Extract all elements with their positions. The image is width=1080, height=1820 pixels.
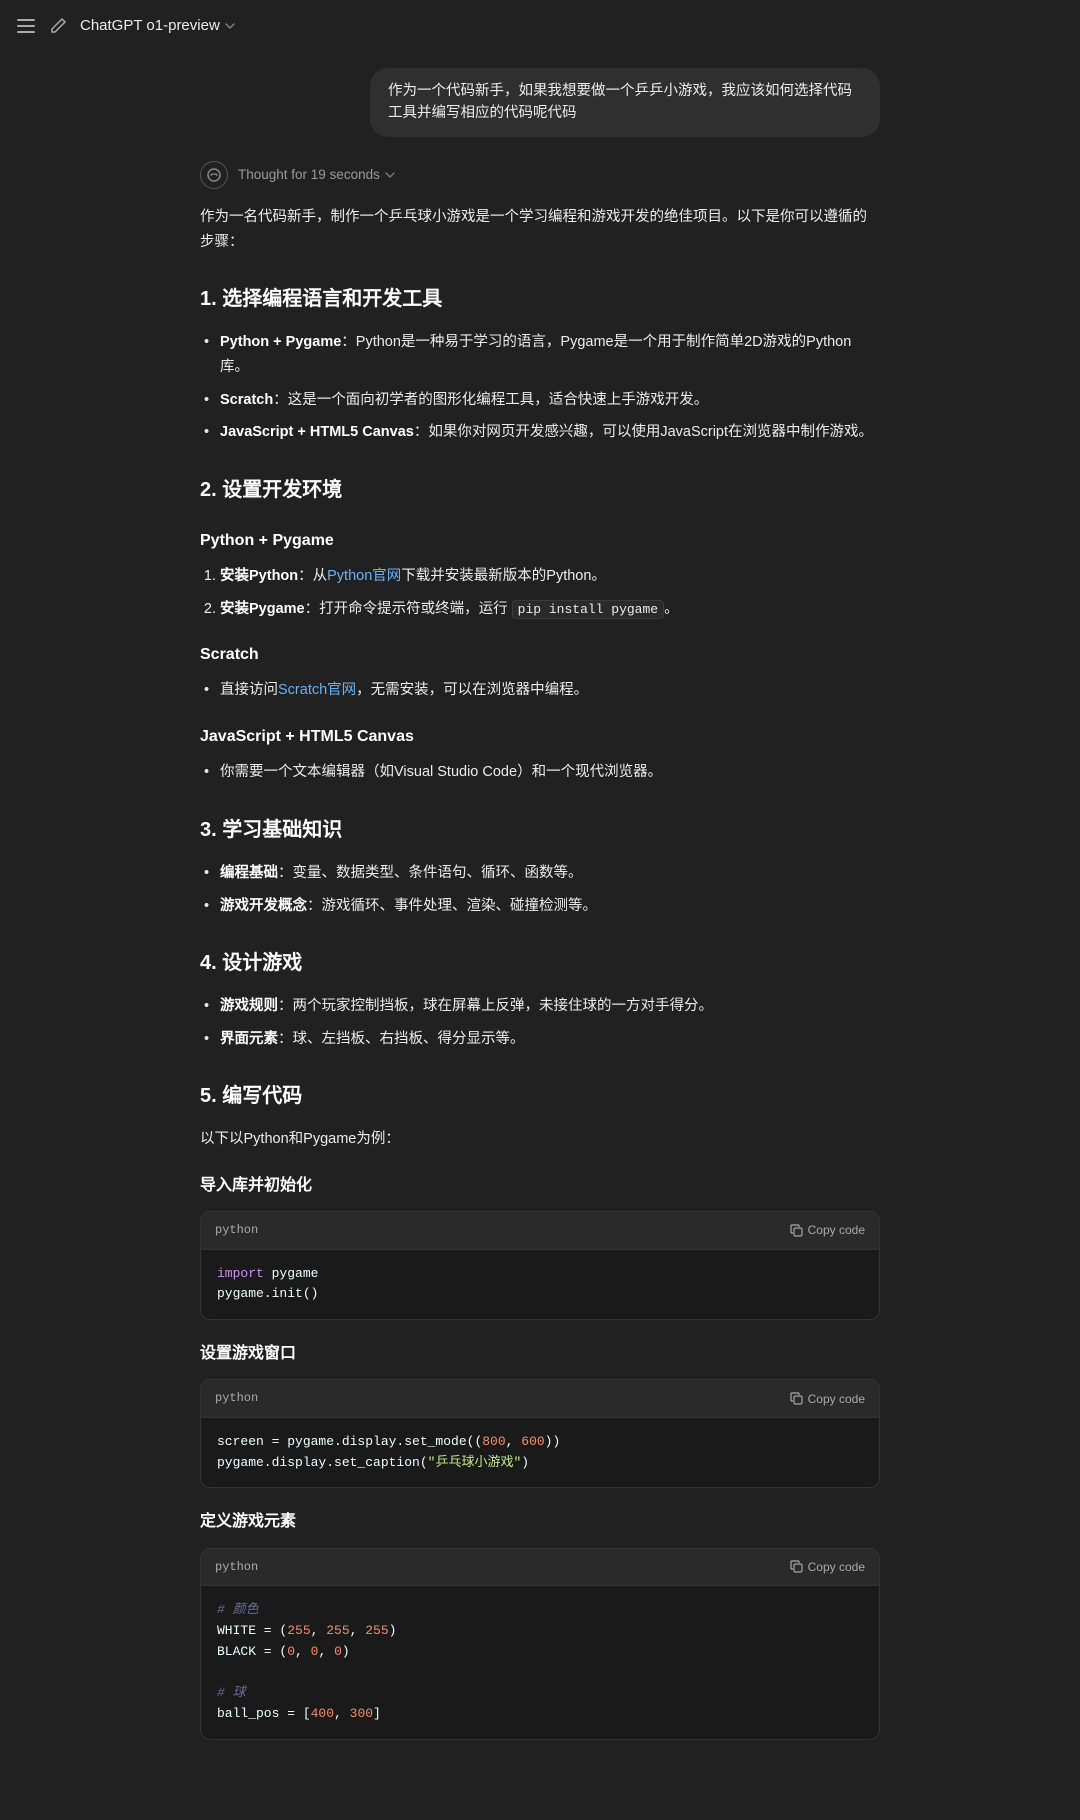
python-link[interactable]: Python官网 (327, 568, 401, 584)
sub2c-heading: JavaScript + HTML5 Canvas (200, 723, 880, 750)
assistant-icon (200, 161, 228, 189)
section2-heading: 2. 设置开发环境 (200, 473, 880, 507)
assistant-response: Thought for 19 seconds 作为一名代码新手，制作一个乒乓球小… (200, 161, 880, 1760)
section5-intro: 以下以Python和Pygame为例： (200, 1127, 880, 1152)
section3-heading: 3. 学习基础知识 (200, 813, 880, 847)
code-block-2: python Copy code screen = pygame.display… (200, 1379, 880, 1488)
code-block-header-1: python Copy code (201, 1212, 879, 1249)
list-item: 游戏开发概念：游戏循环、事件处理、渲染、碰撞检测等。 (200, 894, 880, 919)
user-message: 作为一个代码新手，如果我想要做一个乒乒小游戏，我应该如何选择代码工具并编写相应的… (200, 68, 880, 137)
section4-list: 游戏规则：两个玩家控制挡板，球在屏幕上反弹，未接住球的一方对手得分。 界面元素：… (200, 994, 880, 1051)
list-item: JavaScript + HTML5 Canvas：如果你对网页开发感兴趣，可以… (200, 420, 880, 445)
code-block-1: python Copy code import pygame pygame.in… (200, 1211, 880, 1320)
subsec-window-heading: 设置游戏窗口 (200, 1340, 880, 1367)
sub2a-list: 安装Python：从Python官网下载并安装最新版本的Python。 安装Py… (200, 564, 880, 621)
subsec-define-heading: 定义游戏元素 (200, 1508, 880, 1535)
code-lang-3: python (215, 1557, 258, 1577)
list-item: 编程基础：变量、数据类型、条件语句、循环、函数等。 (200, 861, 880, 886)
code-block-3: python Copy code # 颜色 WHITE = (255, 255,… (200, 1548, 880, 1740)
list-item: 直接访问Scratch官网，无需安装，可以在浏览器中编程。 (200, 678, 880, 703)
edit-icon[interactable] (48, 16, 68, 36)
section5-heading: 5. 编写代码 (200, 1079, 880, 1113)
code-lang-2: python (215, 1388, 258, 1408)
sidebar-toggle-icon[interactable] (16, 16, 36, 36)
copy-code-button-1[interactable]: Copy code (790, 1223, 865, 1237)
code-block-header-3: python Copy code (201, 1549, 879, 1586)
scratch-link[interactable]: Scratch官网 (278, 682, 356, 698)
code-block-body-2: screen = pygame.display.set_mode((800, 6… (201, 1418, 879, 1488)
copy-code-button-2[interactable]: Copy code (790, 1392, 865, 1406)
list-item: 你需要一个文本编辑器（如Visual Studio Code）和一个现代浏览器。 (200, 760, 880, 785)
sub2a-heading: Python + Pygame (200, 527, 880, 554)
list-item: Python + Pygame：Python是一种易于学习的语言，Pygame是… (200, 330, 880, 379)
response-content: 作为一名代码新手，制作一个乒乓球小游戏是一个学习编程和游戏开发的绝佳项目。以下是… (200, 205, 880, 1760)
sub2b-list: 直接访问Scratch官网，无需安装，可以在浏览器中编程。 (200, 678, 880, 703)
section1-heading: 1. 选择编程语言和开发工具 (200, 282, 880, 316)
sub2b-heading: Scratch (200, 641, 880, 668)
app-title[interactable]: ChatGPT o1-preview (80, 14, 236, 38)
code-block-header-2: python Copy code (201, 1380, 879, 1417)
list-item: 安装Pygame：打开命令提示符或终端，运行 pip install pygam… (220, 597, 880, 622)
section4-heading: 4. 设计游戏 (200, 946, 880, 980)
list-item: 游戏规则：两个玩家控制挡板，球在屏幕上反弹，未接住球的一方对手得分。 (200, 994, 880, 1019)
thought-header: Thought for 19 seconds (200, 161, 880, 189)
sub2c-list: 你需要一个文本编辑器（如Visual Studio Code）和一个现代浏览器。 (200, 760, 880, 785)
list-item: Scratch：这是一个面向初学者的图形化编程工具，适合快速上手游戏开发。 (200, 388, 880, 413)
subsec-import-heading: 导入库并初始化 (200, 1172, 880, 1199)
topbar: ChatGPT o1-preview (0, 0, 1080, 52)
thought-label[interactable]: Thought for 19 seconds (238, 164, 396, 186)
list-item: 界面元素：球、左挡板、右挡板、得分显示等。 (200, 1027, 880, 1052)
user-bubble: 作为一个代码新手，如果我想要做一个乒乒小游戏，我应该如何选择代码工具并编写相应的… (370, 68, 880, 137)
section1-list: Python + Pygame：Python是一种易于学习的语言，Pygame是… (200, 330, 880, 445)
code-lang-1: python (215, 1220, 258, 1240)
intro-paragraph: 作为一名代码新手，制作一个乒乓球小游戏是一个学习编程和游戏开发的绝佳项目。以下是… (200, 205, 880, 254)
chat-container: 作为一个代码新手，如果我想要做一个乒乒小游戏，我应该如何选择代码工具并编写相应的… (180, 52, 900, 1820)
copy-code-button-3[interactable]: Copy code (790, 1560, 865, 1574)
code-block-body-1: import pygame pygame.init() (201, 1250, 879, 1320)
section3-list: 编程基础：变量、数据类型、条件语句、循环、函数等。 游戏开发概念：游戏循环、事件… (200, 861, 880, 918)
list-item: 安装Python：从Python官网下载并安装最新版本的Python。 (220, 564, 880, 589)
